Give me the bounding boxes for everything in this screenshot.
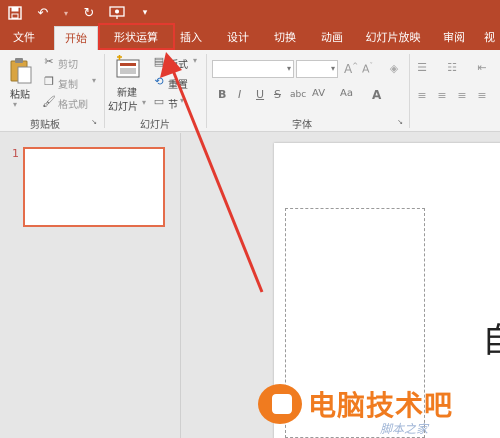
watermark-sub: 脚本之家 [380, 422, 429, 436]
watermark-text: 电脑技术吧 [308, 389, 454, 422]
watermark: 电脑技术吧 [258, 384, 453, 424]
watermark-logo-icon [258, 384, 302, 424]
annotation-arrow [160, 52, 264, 293]
